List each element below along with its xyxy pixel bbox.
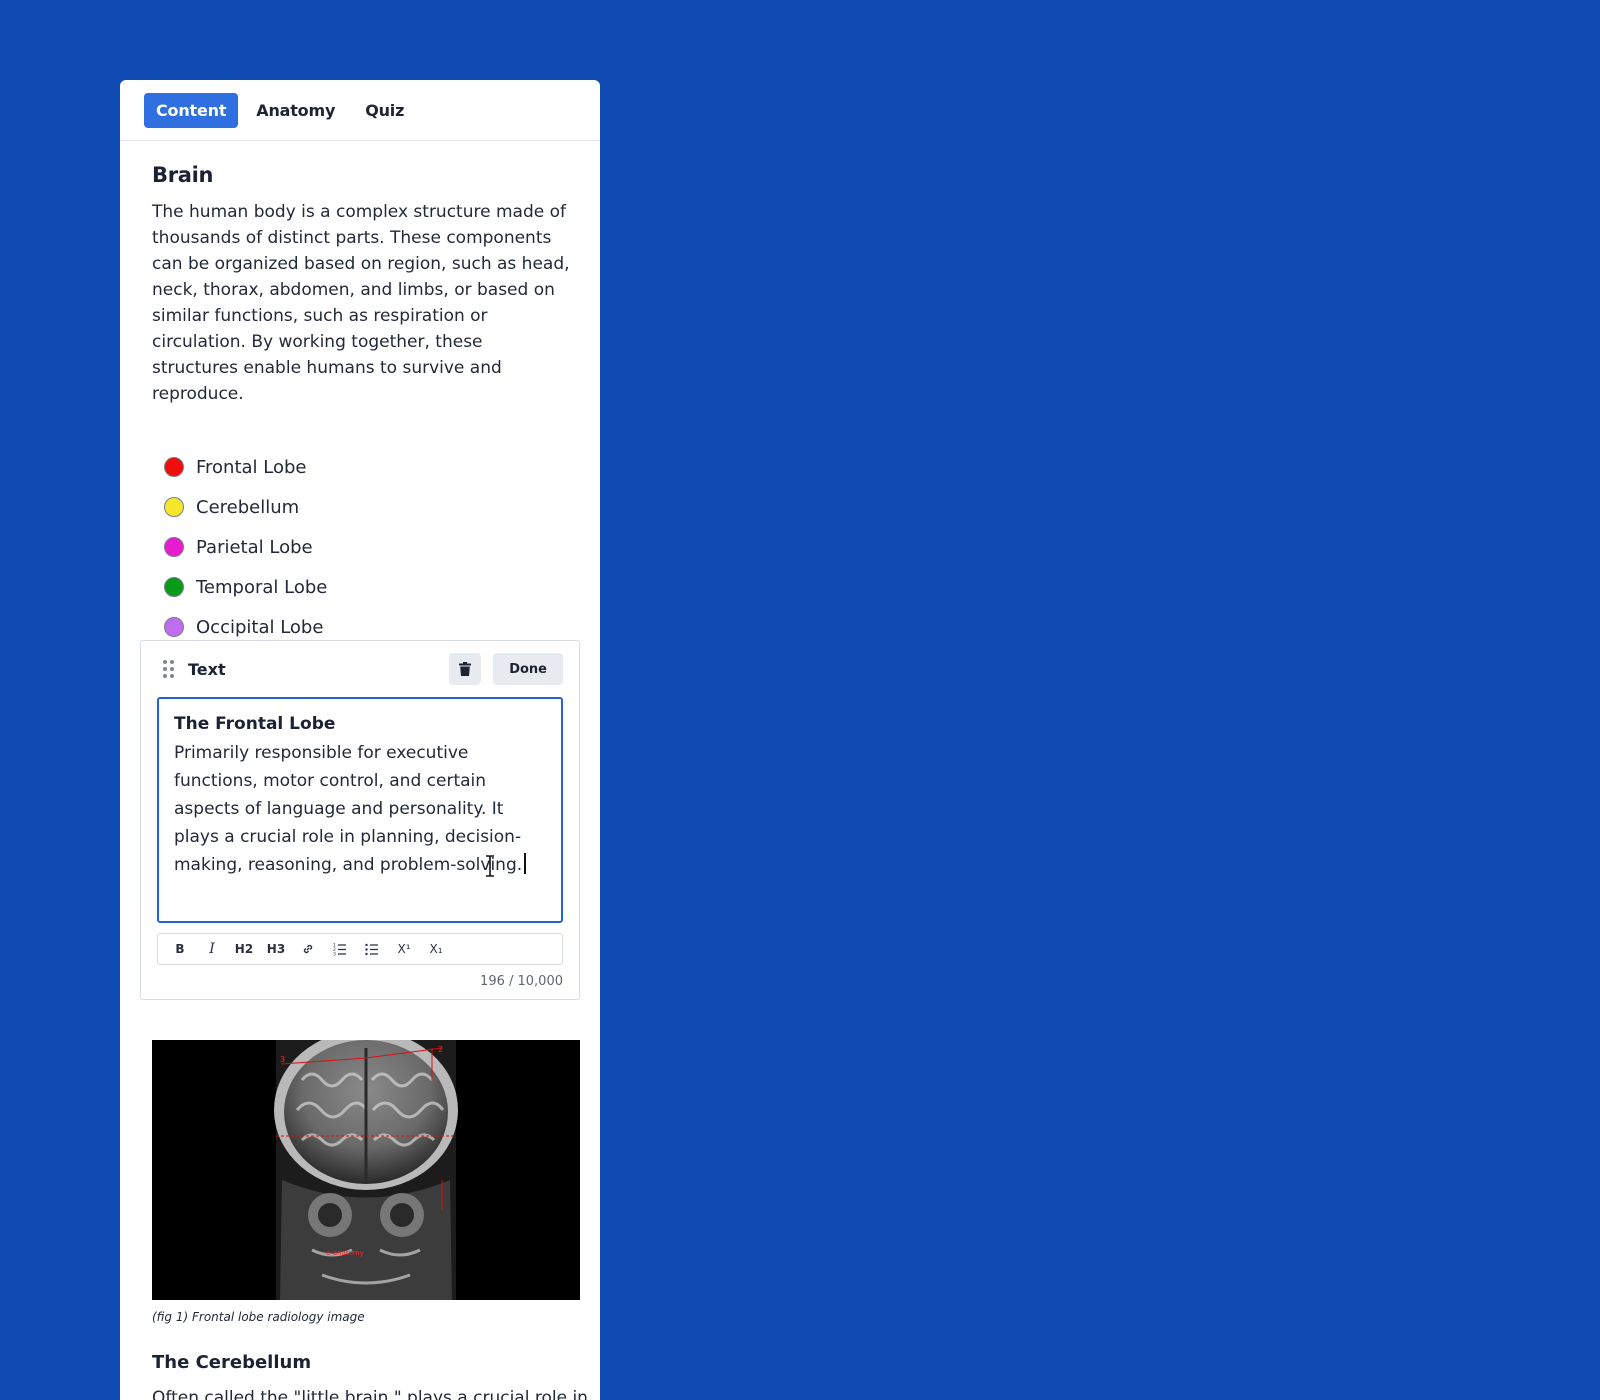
done-button[interactable]: Done — [493, 653, 563, 685]
color-dot — [164, 577, 184, 597]
bullet-list-icon — [365, 943, 378, 956]
link-button[interactable] — [292, 934, 324, 964]
tab-bar: Content Anatomy Quiz — [120, 80, 600, 141]
section-content: Brain The human body is a complex struct… — [120, 163, 600, 647]
subsection-paragraph: Often called the "little brain," plays a… — [152, 1388, 588, 1400]
text-cursor-icon — [486, 855, 494, 877]
subscript-button[interactable]: X₁ — [420, 934, 452, 964]
color-dot — [164, 537, 184, 557]
legend-item-frontal-lobe[interactable]: Frontal Lobe — [164, 447, 570, 487]
brain-mri-scan: 3 2 e-anatomy — [274, 1040, 458, 1300]
color-dot — [164, 617, 184, 637]
legend-item-temporal-lobe[interactable]: Temporal Lobe — [164, 567, 570, 607]
editor-header: Text Done — [141, 641, 579, 697]
trash-icon — [459, 662, 472, 676]
legend-label: Frontal Lobe — [196, 456, 307, 478]
figure-caption: (fig 1) Frontal lobe radiology image — [152, 1310, 365, 1324]
heading2-button[interactable]: H2 — [228, 934, 260, 964]
tab-anatomy[interactable]: Anatomy — [244, 93, 347, 128]
intro-paragraph: The human body is a complex structure ma… — [152, 202, 570, 404]
legend-label: Temporal Lobe — [196, 576, 328, 598]
content-panel: Content Anatomy Quiz Brain The human bod… — [120, 80, 600, 1400]
region-legend: Frontal Lobe Cerebellum Parietal Lobe Te… — [152, 447, 570, 647]
ordered-list-icon: 1 2 3 — [333, 943, 346, 957]
character-count: 196 / 10,000 — [480, 974, 563, 989]
color-dot — [164, 497, 184, 517]
tab-content[interactable]: Content — [144, 92, 239, 128]
delete-button[interactable] — [449, 653, 482, 685]
formatting-toolbar: B I H2 H3 1 2 3 X¹ X₁ — [157, 933, 563, 965]
heading3-button[interactable]: H3 — [260, 934, 292, 964]
tab-quiz[interactable]: Quiz — [353, 93, 416, 128]
bold-button[interactable]: B — [164, 934, 196, 964]
svg-text:3: 3 — [333, 952, 336, 957]
legend-label: Occipital Lobe — [196, 616, 324, 638]
block-type-label: Text — [188, 659, 226, 679]
section-title: Brain — [152, 163, 214, 187]
rich-text-field[interactable]: The Frontal Lobe Primarily responsible f… — [157, 697, 563, 923]
link-icon — [303, 944, 313, 954]
legend-item-cerebellum[interactable]: Cerebellum — [164, 487, 570, 527]
svg-text:2: 2 — [438, 1045, 443, 1054]
ordered-list-button[interactable]: 1 2 3 — [324, 934, 356, 964]
radiology-image: 3 2 e-anatomy — [152, 1040, 580, 1300]
subsection-title: The Cerebellum — [152, 1352, 312, 1373]
italic-button[interactable]: I — [196, 934, 228, 964]
color-dot — [164, 457, 184, 477]
text-caret — [524, 853, 527, 874]
editor-heading: The Frontal Lobe — [174, 714, 336, 734]
legend-label: Parietal Lobe — [196, 536, 313, 558]
bullet-list-button[interactable] — [356, 934, 388, 964]
text-block-editor: Text Done The Frontal Lobe Primarily res… — [140, 640, 580, 1000]
svg-text:3: 3 — [280, 1055, 285, 1064]
drag-handle-icon[interactable] — [163, 660, 174, 678]
svg-text:e-anatomy: e-anatomy — [326, 1249, 364, 1257]
legend-label: Cerebellum — [196, 496, 300, 518]
legend-item-parietal-lobe[interactable]: Parietal Lobe — [164, 527, 570, 567]
superscript-button[interactable]: X¹ — [388, 934, 420, 964]
